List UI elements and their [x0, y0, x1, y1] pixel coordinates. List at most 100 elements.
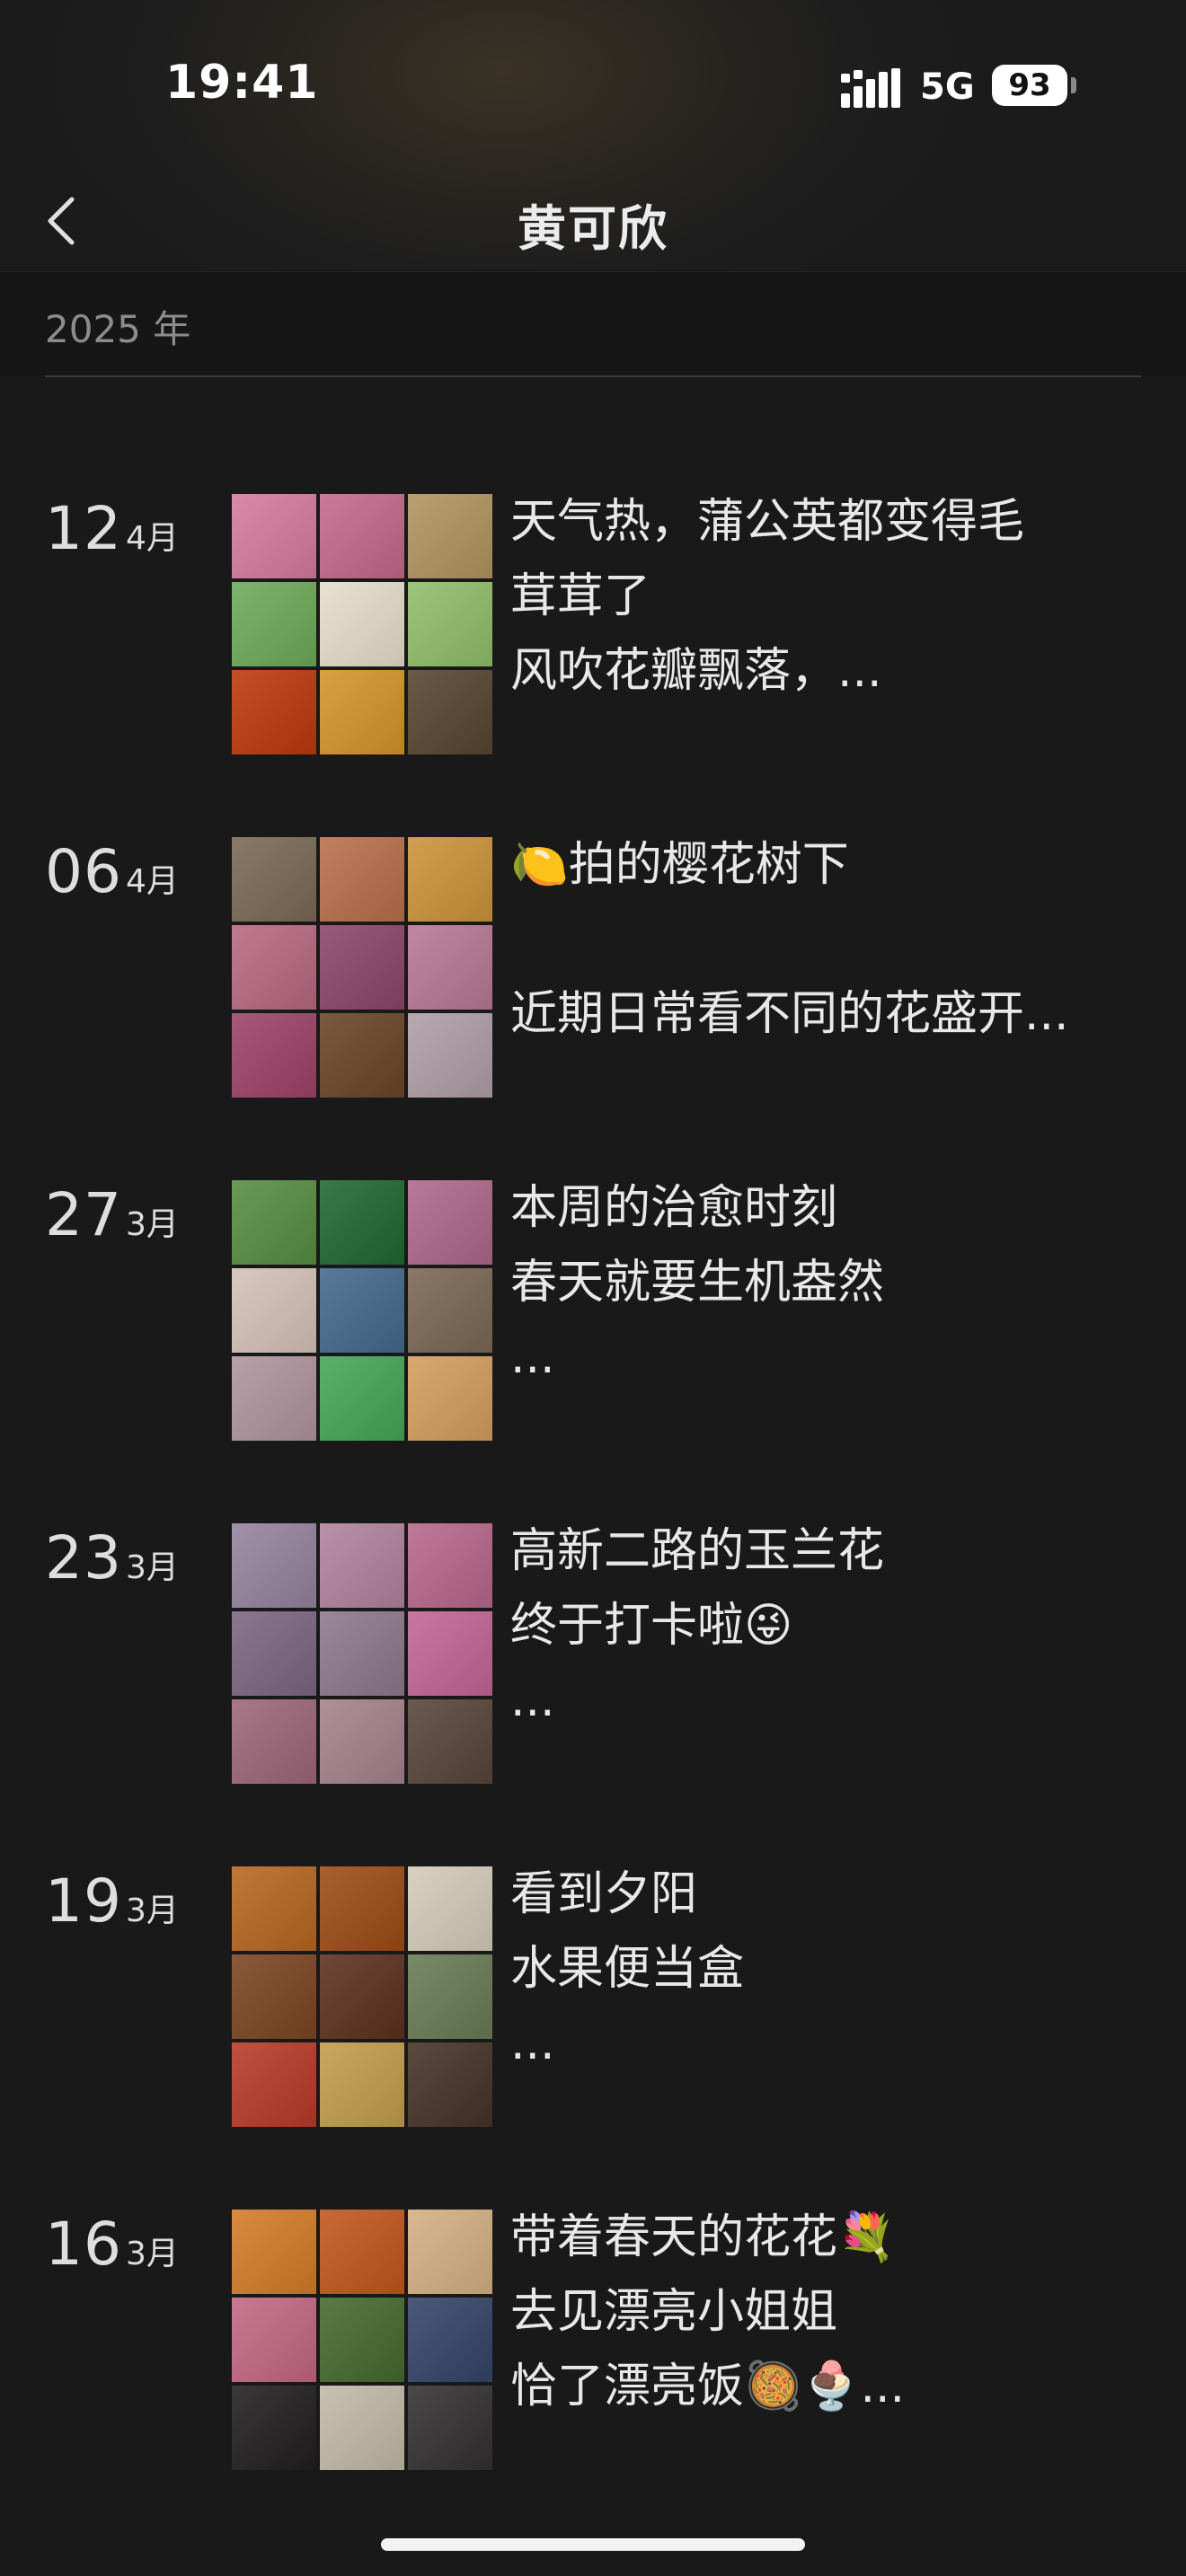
photo-thumbnail[interactable] [232, 1268, 316, 1353]
entry-text[interactable]: 看到夕阳水果便当盒... [510, 1857, 1139, 2081]
feed-entry[interactable]: 27 3月 本周的治愈时刻 春天就要生机盎然... [0, 1069, 1186, 1441]
cellular-signal-icon [841, 68, 900, 108]
photo-thumbnail[interactable] [320, 1268, 404, 1353]
entry-text[interactable]: 带着春天的花花💐 去见漂亮小姐姐恰了漂亮饭🥘🍨... [510, 2201, 1139, 2424]
app-screen: 19:41 5G 93 黄可欣 2025 年 12 4月 天气热，蒲公英都变得毛 茸茸… [0, 0, 1186, 2576]
feed-entry[interactable]: 19 3月 看到夕阳水果便当盒... [0, 1755, 1186, 2127]
photo-thumbnail[interactable] [408, 2210, 492, 2294]
photo-thumbnail[interactable] [320, 1180, 404, 1265]
photo-grid[interactable] [232, 2210, 492, 2470]
photo-thumbnail[interactable] [320, 2298, 404, 2382]
photo-thumbnail[interactable] [232, 582, 316, 666]
entry-date: 19 3月 [45, 1866, 179, 1936]
page-title: 黄可欣 [518, 200, 668, 257]
photo-thumbnail[interactable] [232, 2210, 316, 2294]
photo-thumbnail[interactable] [232, 2386, 316, 2470]
entry-text-line: 终于打卡啦😜 [510, 1599, 793, 1653]
entry-day: 23 [45, 1523, 122, 1592]
entry-text-line: ... [510, 2016, 555, 2070]
entry-text-line: 本周的治愈时刻 [510, 1181, 838, 1235]
photo-grid[interactable] [232, 494, 492, 754]
entry-text-line: 近期日常看不同的花盛开... [510, 987, 1069, 1041]
photo-thumbnail[interactable] [408, 1523, 492, 1608]
entry-text-line: 看到夕阳 [510, 1867, 698, 1921]
photo-thumbnail[interactable] [408, 1866, 492, 1951]
network-type: 5G [920, 66, 975, 108]
photo-thumbnail[interactable] [320, 494, 404, 578]
photo-thumbnail[interactable] [408, 2386, 492, 2470]
photo-thumbnail[interactable] [408, 582, 492, 666]
entry-date: 06 4月 [45, 837, 179, 906]
entry-text-line: 茸茸了 [510, 569, 651, 623]
photo-thumbnail[interactable] [232, 2298, 316, 2382]
entry-day: 27 [45, 1180, 122, 1249]
entry-month: 3月 [125, 1206, 179, 1243]
photo-thumbnail[interactable] [232, 1611, 316, 1696]
photo-thumbnail[interactable] [408, 1611, 492, 1696]
status-time: 19:41 [165, 56, 319, 110]
entry-date: 23 3月 [45, 1523, 179, 1592]
photo-thumbnail[interactable] [320, 837, 404, 922]
back-button[interactable] [36, 183, 108, 255]
entry-text-line: 春天就要生机盎然 [510, 1256, 885, 1310]
photo-thumbnail[interactable] [408, 1954, 492, 2039]
entry-text-line: 🍋拍的樱花树下 [510, 838, 849, 892]
feed-entry[interactable]: 16 3月 带着春天的花花💐 去见漂亮小姐姐恰了漂亮饭🥘🍨... [0, 2098, 1186, 2470]
photo-thumbnail[interactable] [320, 1954, 404, 2039]
photo-thumbnail[interactable] [320, 2210, 404, 2294]
feed-entry[interactable]: 23 3月 高新二路的玉兰花 终于打卡啦😜... [0, 1412, 1186, 1784]
photo-thumbnail[interactable] [320, 2386, 404, 2470]
entry-text-line: 水果便当盒 [510, 1942, 745, 1996]
year-label: 2025 年 [45, 307, 191, 351]
entry-text-line: 恰了漂亮饭🥘🍨... [510, 2360, 906, 2413]
entry-date: 27 3月 [45, 1180, 179, 1249]
photo-thumbnail[interactable] [232, 925, 316, 1010]
entry-text-line: 去见漂亮小姐姐 [510, 2285, 838, 2339]
photo-thumbnail[interactable] [232, 1866, 316, 1951]
entry-text-line: 高新二路的玉兰花 [510, 1524, 885, 1578]
feed-entry[interactable]: 12 4月 天气热，蒲公英都变得毛 茸茸了 风吹花瓣飘落，... [0, 383, 1186, 754]
entry-month: 3月 [125, 2236, 179, 2272]
feed-entry[interactable]: 06 4月 🍋拍的樱花树下近期日常看不同的花盛开... [0, 726, 1186, 1098]
entry-month: 4月 [125, 520, 179, 557]
photo-thumbnail[interactable] [408, 494, 492, 578]
entry-text[interactable]: 本周的治愈时刻 春天就要生机盎然... [510, 1171, 1139, 1395]
entry-text-line: 风吹花瓣飘落，... [510, 644, 882, 698]
entry-month: 3月 [125, 1892, 179, 1929]
photo-thumbnail[interactable] [408, 925, 492, 1010]
photo-grid[interactable] [232, 837, 492, 1098]
photo-thumbnail[interactable] [232, 1954, 316, 2039]
entry-text[interactable]: 🍋拍的樱花树下近期日常看不同的花盛开... [510, 828, 1139, 1052]
divider [45, 375, 1141, 377]
entry-text-line: 带着春天的花花💐 [510, 2210, 896, 2264]
battery-tip [1071, 77, 1076, 93]
photo-grid[interactable] [232, 1180, 492, 1441]
year-section-header: 2025 年 [0, 271, 1186, 376]
photo-thumbnail[interactable] [320, 1523, 404, 1608]
photo-thumbnail[interactable] [320, 1611, 404, 1696]
photo-thumbnail[interactable] [320, 1866, 404, 1951]
photo-thumbnail[interactable] [320, 925, 404, 1010]
entry-text-line [510, 903, 1139, 977]
entry-day: 16 [45, 2210, 122, 2279]
entry-date: 16 3月 [45, 2210, 179, 2279]
photo-thumbnail[interactable] [408, 2298, 492, 2382]
photo-thumbnail[interactable] [232, 1180, 316, 1265]
photo-thumbnail[interactable] [408, 1180, 492, 1265]
photo-thumbnail[interactable] [232, 494, 316, 578]
chevron-left-icon [48, 197, 75, 245]
photo-thumbnail[interactable] [232, 1523, 316, 1608]
status-bar: 19:41 5G 93 [0, 0, 1186, 171]
home-indicator[interactable] [381, 2538, 805, 2551]
photo-thumbnail[interactable] [320, 582, 404, 666]
entry-text-line: ... [510, 1330, 555, 1384]
entry-day: 12 [45, 494, 122, 563]
entry-month: 3月 [125, 1549, 179, 1586]
entry-text[interactable]: 天气热，蒲公英都变得毛 茸茸了 风吹花瓣飘落，... [510, 485, 1139, 709]
photo-grid[interactable] [232, 1866, 492, 2127]
photo-grid[interactable] [232, 1523, 492, 1784]
photo-thumbnail[interactable] [408, 837, 492, 922]
entry-text[interactable]: 高新二路的玉兰花 终于打卡啦😜... [510, 1514, 1139, 1738]
photo-thumbnail[interactable] [232, 837, 316, 922]
photo-thumbnail[interactable] [408, 1268, 492, 1353]
